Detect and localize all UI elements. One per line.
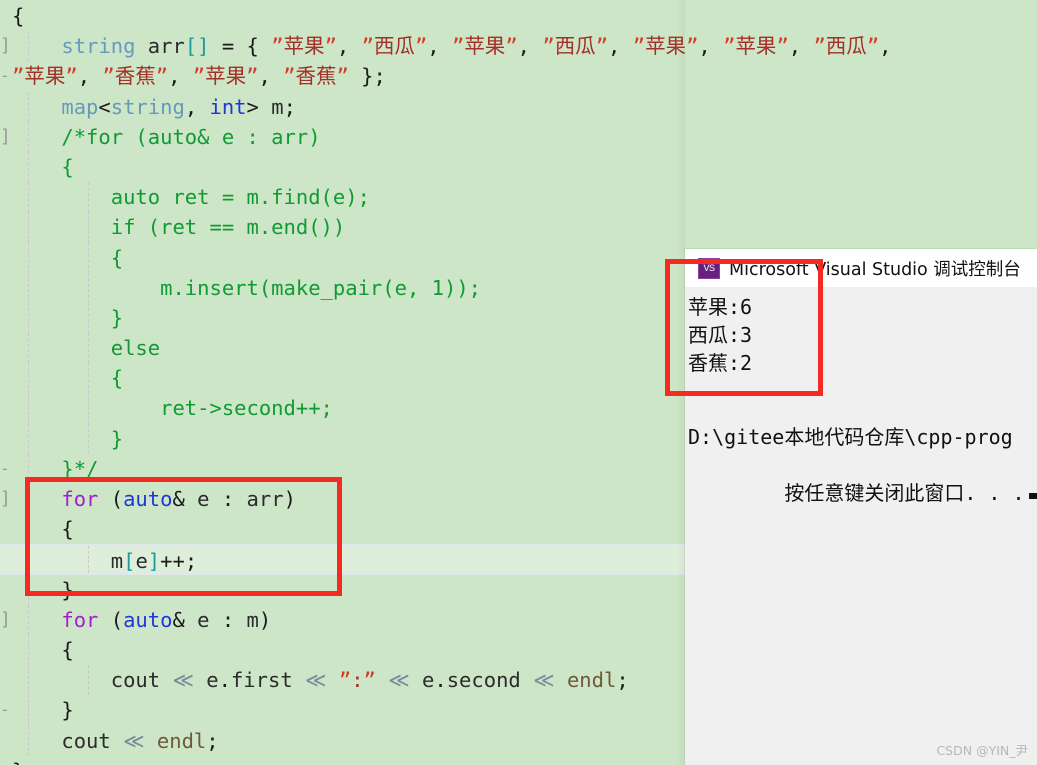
- code-line-text: if (ret == m.end()): [12, 215, 346, 240]
- code-line-text: ”苹果”, ”香蕉”, ”苹果”, ”香蕉” };: [12, 64, 386, 89]
- code-line-text: for (auto& e : m): [61, 607, 272, 632]
- code-line[interactable]: ] string arr[] = { ”苹果”, ”西瓜”, ”苹果”, ”西瓜…: [0, 31, 1037, 62]
- code-line-text: }: [12, 305, 124, 330]
- code-line[interactable]: auto ret = m.find(e);: [0, 182, 1037, 213]
- visual-studio-icon: VS: [698, 257, 720, 279]
- console-output-line: 苹果:6: [688, 295, 753, 319]
- code-line-text: auto ret = m.find(e);: [12, 185, 370, 210]
- code-line-text: {: [61, 517, 74, 542]
- code-line[interactable]: if (ret == m.end()): [0, 212, 1037, 243]
- console-title: Microsoft Visual Studio 调试控制台: [729, 259, 1021, 280]
- code-line-text: }: [12, 426, 124, 451]
- code-line-text: else: [12, 336, 161, 361]
- code-line[interactable]: {: [0, 1, 1037, 31]
- screenshot-root: { ] string arr[] = { ”苹果”, ”西瓜”, ”苹果”, ”西…: [0, 0, 1037, 765]
- code-line-text: cout ≪ endl;: [61, 728, 219, 753]
- code-line-text: }: [0, 756, 24, 765]
- code-line-text: m.insert(make_pair(e, 1));: [12, 275, 481, 300]
- code-line-text: cout ≪ e.first ≪ ”:” ≪ e.second ≪ endl;: [110, 668, 629, 693]
- code-line[interactable]: - ”苹果”, ”香蕉”, ”苹果”, ”香蕉” };: [0, 61, 1037, 91]
- code-line-text: }: [61, 577, 74, 602]
- code-line-text: string arr[] = { ”苹果”, ”西瓜”, ”苹果”, ”西瓜”,…: [61, 34, 892, 59]
- code-line-text: {: [61, 637, 74, 662]
- console-output-area[interactable]: 苹果:6 西瓜:3 香蕉:2 D:\gitee本地代码仓库\cpp-prog 按…: [685, 287, 1037, 765]
- code-line[interactable]: map<string, int> m;: [0, 91, 1037, 122]
- code-line-text: m[e]++;: [110, 549, 198, 574]
- code-line-text: {: [12, 154, 74, 179]
- code-line-text: /*for (auto& e : arr): [12, 124, 321, 149]
- code-line[interactable]: ] /*for (auto& e : arr): [0, 121, 1037, 152]
- code-line-text: {: [12, 245, 124, 270]
- console-spacer: [688, 377, 1037, 423]
- console-prompt-line: 按任意键关闭此窗口. . .: [688, 451, 1037, 505]
- code-line-text: for (auto& e : arr): [61, 487, 296, 511]
- console-window[interactable]: VS Microsoft Visual Studio 调试控制台 苹果:6 西瓜…: [685, 249, 1037, 765]
- console-path-line: D:\gitee本地代码仓库\cpp-prog: [688, 425, 1013, 449]
- code-line-text: }*/: [12, 456, 99, 481]
- code-line[interactable]: {: [0, 151, 1037, 183]
- watermark: CSDN @YIN_尹: [936, 743, 1028, 758]
- console-titlebar[interactable]: VS Microsoft Visual Studio 调试控制台: [685, 249, 1037, 287]
- console-output-line: 西瓜:3: [688, 323, 753, 347]
- console-cursor: [1028, 493, 1037, 499]
- code-line-text: ret->second++;: [12, 396, 333, 421]
- code-line-text: {: [12, 4, 25, 28]
- code-line-text: {: [12, 366, 124, 391]
- code-line-text: map<string, int> m;: [61, 94, 296, 119]
- code-line-text: }: [61, 698, 74, 723]
- console-output-line: 香蕉:2: [688, 351, 753, 375]
- console-prompt-text: 按任意键关闭此窗口. . .: [784, 481, 1025, 505]
